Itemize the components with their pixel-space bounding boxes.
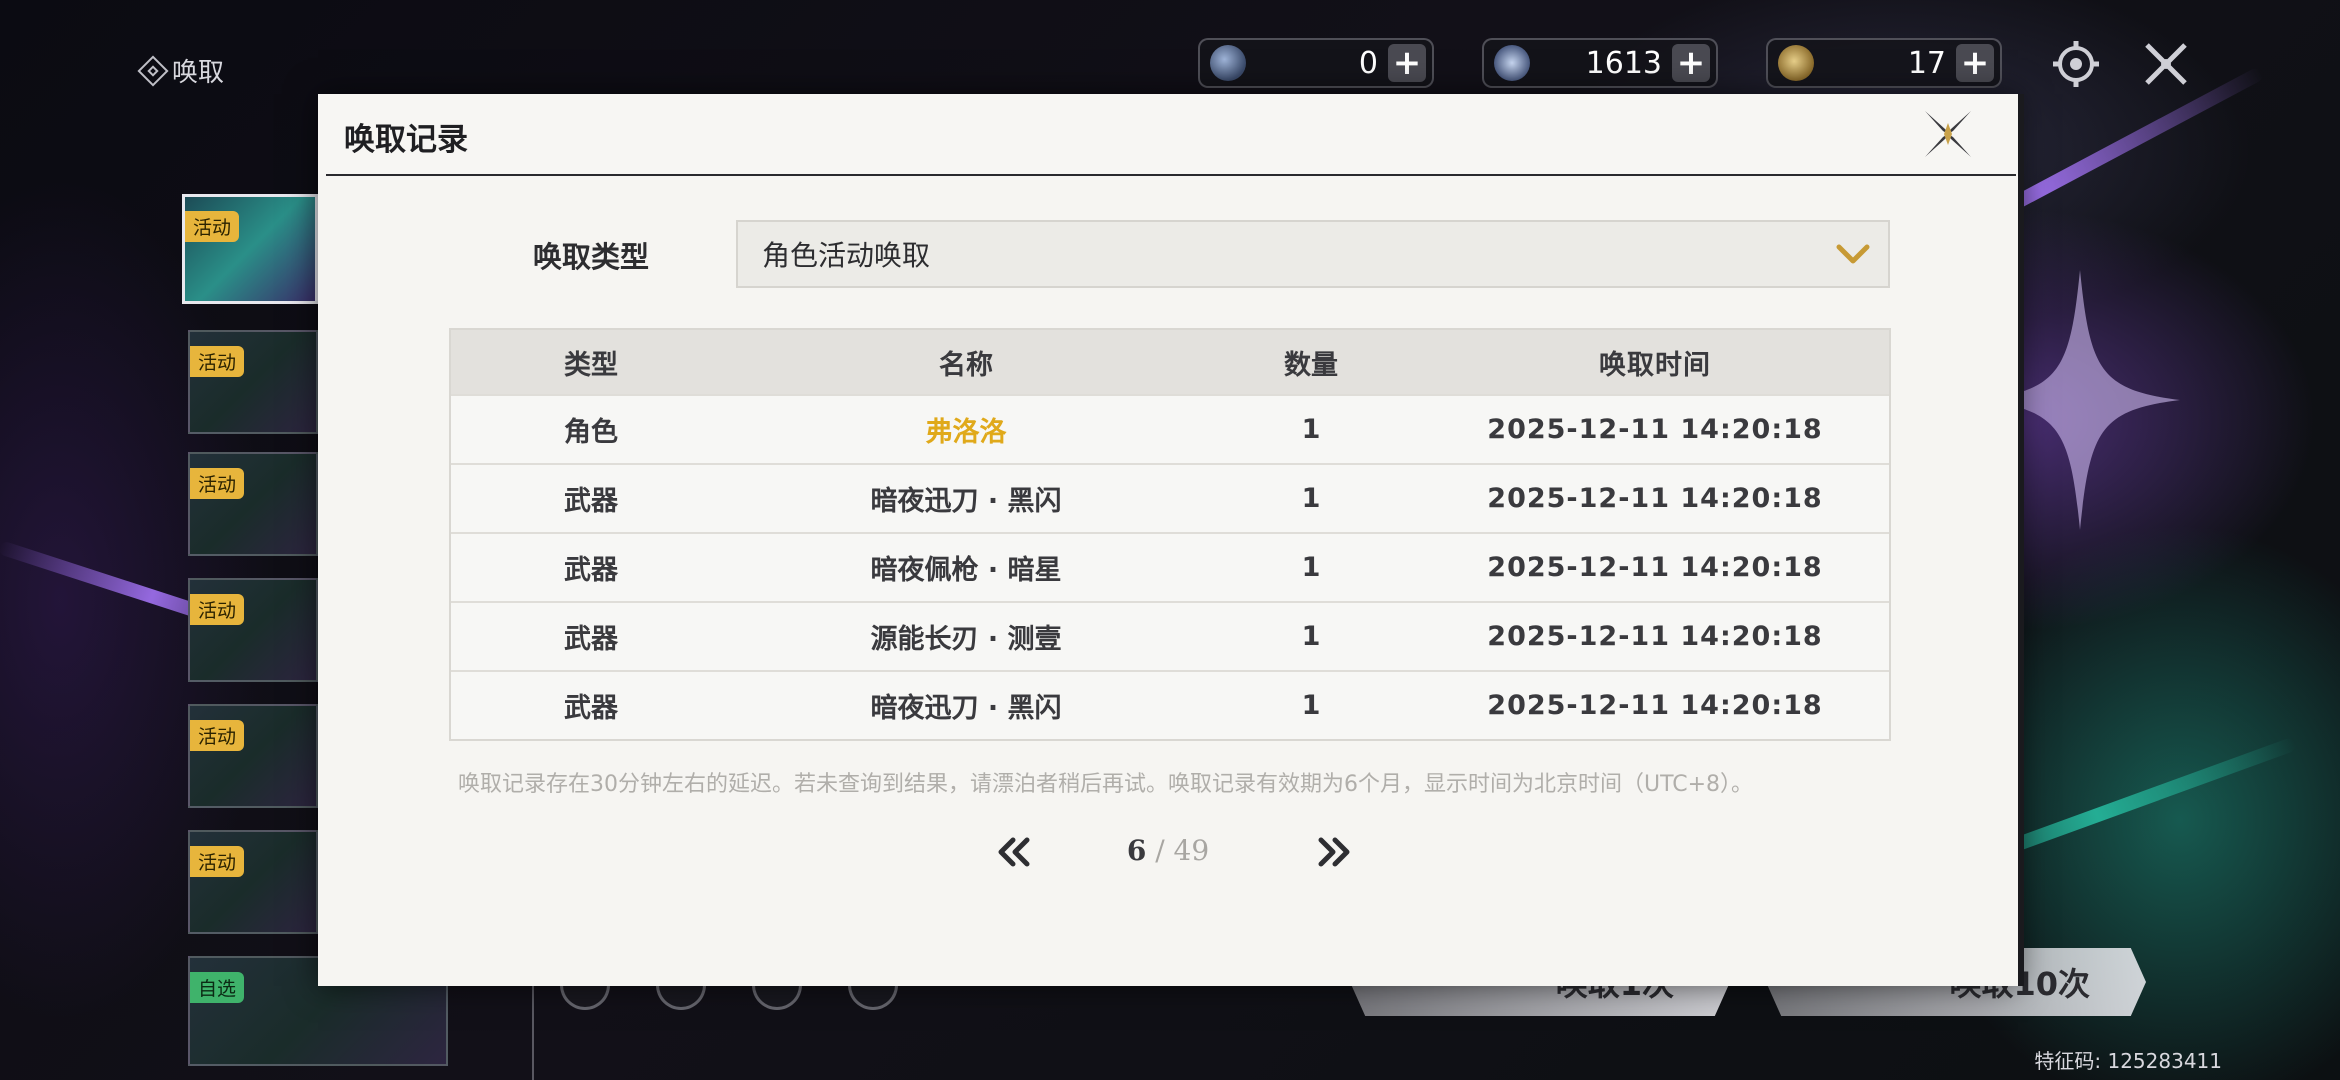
table-row: 武器 源能长刃 · 测壹 1 2025-12-11 14:20:18 bbox=[451, 601, 1889, 670]
page-title-text: 唤取 bbox=[172, 58, 225, 88]
currency-value: 1613 bbox=[1585, 45, 1662, 81]
convene-type-dropdown[interactable]: 角色活动唤取 bbox=[736, 220, 1890, 288]
gear-icon bbox=[2053, 41, 2099, 87]
banner-tag: 活动 bbox=[185, 211, 240, 242]
history-table: 类型 名称 数量 唤取时间 角色 弗洛洛 1 2025-12-11 14:20:… bbox=[449, 328, 1891, 741]
close-icon bbox=[1925, 111, 1971, 157]
cell-name: 暗夜迅刀 · 黑闪 bbox=[870, 486, 1062, 517]
banner-tag: 活动 bbox=[190, 468, 245, 499]
currency-coin: 17 + bbox=[1766, 38, 2002, 88]
banner-item[interactable]: 活动 bbox=[188, 830, 318, 934]
cell-quantity: 1 bbox=[1301, 552, 1321, 583]
column-header-time: 唤取时间 bbox=[1599, 349, 1711, 381]
chevron-down-icon bbox=[1818, 243, 1888, 265]
cell-time: 2025-12-11 14:20:18 bbox=[1487, 552, 1823, 583]
cell-type: 武器 bbox=[564, 693, 618, 724]
cell-time: 2025-12-11 14:20:18 bbox=[1487, 621, 1823, 652]
column-header-quantity: 数量 bbox=[1284, 349, 1338, 381]
column-header-name: 名称 bbox=[939, 349, 993, 381]
settings-button[interactable] bbox=[2048, 36, 2104, 92]
banner-item[interactable]: 活动 bbox=[188, 578, 318, 682]
cell-type: 武器 bbox=[564, 486, 618, 517]
table-row: 角色 弗洛洛 1 2025-12-11 14:20:18 bbox=[451, 394, 1889, 463]
convene-type-label: 唤取类型 bbox=[533, 240, 650, 274]
table-row: 武器 暗夜迅刀 · 黑闪 1 2025-12-11 14:20:18 bbox=[451, 670, 1889, 739]
column-header-type: 类型 bbox=[564, 349, 618, 381]
radiant-tide-star-icon bbox=[1494, 45, 1530, 81]
close-icon bbox=[2145, 43, 2187, 85]
currency-value: 0 bbox=[1358, 45, 1378, 81]
cell-time: 2025-12-11 14:20:18 bbox=[1487, 483, 1823, 514]
pagination: 6 / 49 bbox=[318, 822, 2018, 882]
cell-time: 2025-12-11 14:20:18 bbox=[1487, 414, 1823, 445]
banner-item[interactable]: 活动 bbox=[188, 452, 318, 556]
delay-notice: 唤取记录存在30分钟左右的延迟。若未查询到结果，请漂泊者稍后再试。唤取记录有效期… bbox=[458, 772, 1754, 797]
convene-icon bbox=[137, 54, 169, 87]
divider bbox=[532, 985, 534, 1080]
modal-close-button[interactable] bbox=[1918, 104, 1978, 164]
cell-name: 源能长刃 · 测壹 bbox=[870, 624, 1062, 655]
exit-button[interactable] bbox=[2138, 36, 2194, 92]
cell-quantity: 1 bbox=[1301, 483, 1321, 514]
table-row: 武器 暗夜迅刀 · 黑闪 1 2025-12-11 14:20:18 bbox=[451, 463, 1889, 532]
convene-history-modal: 唤取记录 唤取类型 角色活动唤取 类型 名称 数量 唤取时间 角色 弗洛洛 1 … bbox=[318, 94, 2024, 986]
add-coin-button[interactable]: + bbox=[1956, 43, 1994, 83]
cell-type: 武器 bbox=[564, 624, 618, 655]
modal-header: 唤取记录 bbox=[318, 94, 2018, 174]
cell-name: 暗夜佩枪 · 暗星 bbox=[870, 555, 1062, 586]
cell-quantity: 1 bbox=[1301, 414, 1321, 445]
banner-tag: 活动 bbox=[190, 846, 245, 877]
banner-item[interactable]: 活动 bbox=[182, 194, 318, 304]
banner-tag: 活动 bbox=[190, 594, 245, 625]
cell-type: 武器 bbox=[564, 555, 618, 586]
page-title: 唤取 bbox=[137, 52, 225, 89]
coin-icon bbox=[1778, 45, 1814, 81]
banner-item[interactable]: 活动 bbox=[188, 330, 318, 434]
page-separator: / bbox=[1146, 834, 1174, 867]
astrite-orb-icon bbox=[1210, 45, 1246, 81]
total-pages: 49 bbox=[1173, 834, 1210, 867]
currency-value: 17 bbox=[1907, 45, 1946, 81]
table-row: 武器 暗夜佩枪 · 暗星 1 2025-12-11 14:20:18 bbox=[451, 532, 1889, 601]
modal-edge bbox=[2018, 94, 2024, 986]
cell-time: 2025-12-11 14:20:18 bbox=[1487, 690, 1823, 721]
header-divider bbox=[326, 174, 2016, 176]
add-tide-button[interactable]: + bbox=[1672, 43, 1710, 83]
current-page: 6 bbox=[1126, 834, 1147, 867]
page-indicator: 6 / 49 bbox=[318, 834, 2018, 867]
convene-type-value: 角色活动唤取 bbox=[762, 239, 931, 272]
banner-tag: 活动 bbox=[190, 346, 245, 377]
cell-quantity: 1 bbox=[1301, 690, 1321, 721]
currency-astrite: 0 + bbox=[1198, 38, 1434, 88]
banner-tag: 活动 bbox=[190, 720, 245, 751]
cell-name: 弗洛洛 bbox=[925, 417, 1007, 448]
cell-name: 暗夜迅刀 · 黑闪 bbox=[870, 693, 1062, 724]
banner-tag: 自选 bbox=[190, 972, 245, 1003]
cell-type: 角色 bbox=[564, 417, 618, 448]
modal-title: 唤取记录 bbox=[344, 122, 468, 158]
double-chevron-right-icon bbox=[1318, 837, 1350, 867]
next-page-button[interactable] bbox=[1308, 822, 1358, 882]
currency-tide: 1613 + bbox=[1482, 38, 1718, 88]
feature-code: 特征码: 125283411 bbox=[2034, 1049, 2222, 1073]
cell-quantity: 1 bbox=[1301, 621, 1321, 652]
banner-item[interactable]: 活动 bbox=[188, 704, 318, 808]
table-header: 类型 名称 数量 唤取时间 bbox=[451, 330, 1889, 394]
add-astrite-button[interactable]: + bbox=[1388, 43, 1426, 83]
